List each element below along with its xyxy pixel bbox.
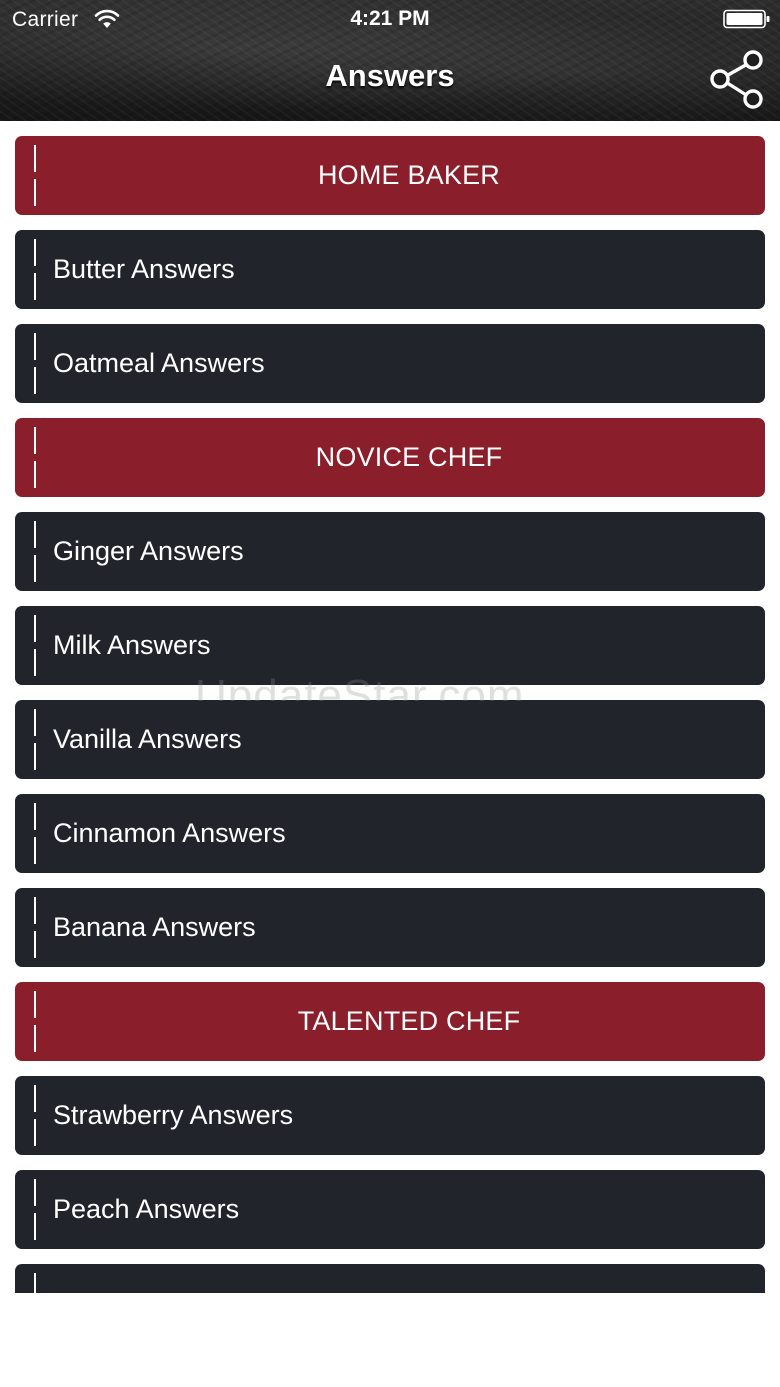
row-marker xyxy=(34,333,36,394)
row-marker xyxy=(34,1273,36,1293)
row-marker xyxy=(34,1179,36,1240)
row-marker xyxy=(34,709,36,770)
answers-list: HOME BAKER Butter Answers Oatmeal Answers N… xyxy=(15,136,765,1293)
section-label: HOME BAKER xyxy=(317,160,501,190)
item-label: Peach Answers xyxy=(53,1194,240,1224)
status-bar: Carrier 4:21 PM xyxy=(0,0,780,40)
row-marker xyxy=(34,615,36,676)
list-item[interactable]: Milk Answers xyxy=(15,606,765,685)
status-time: 4:21 PM xyxy=(350,7,430,30)
list-item[interactable]: Oatmeal Answers xyxy=(15,324,765,403)
list-item[interactable]: Peach Answers xyxy=(15,1170,765,1249)
row-marker xyxy=(34,1085,36,1146)
section-label: TALENTED CHEF xyxy=(297,1006,521,1036)
item-label: Vanilla Answers xyxy=(53,724,242,754)
navigation-header: Carrier 4:21 PM Answers xyxy=(0,0,780,121)
battery-icon xyxy=(723,9,771,29)
section-header[interactable]: HOME BAKER xyxy=(15,136,765,215)
share-button[interactable] xyxy=(708,48,768,112)
list-item[interactable]: Cinnamon Answers xyxy=(15,794,765,873)
item-label: Milk Answers xyxy=(53,630,211,660)
row-marker xyxy=(34,991,36,1052)
item-label: Strawberry Answers xyxy=(53,1100,294,1130)
list-item[interactable]: Strawberry Answers xyxy=(15,1076,765,1155)
section-header[interactable]: NOVICE CHEF xyxy=(15,418,765,497)
page-title: Answers xyxy=(325,58,455,93)
row-marker xyxy=(34,239,36,300)
row-marker xyxy=(34,897,36,958)
row-marker xyxy=(34,521,36,582)
item-label: Cinnamon Answers xyxy=(53,818,286,848)
list-item[interactable]: Banana Answers xyxy=(15,888,765,967)
row-marker xyxy=(34,145,36,206)
row-marker xyxy=(34,803,36,864)
item-label: Banana Answers xyxy=(53,912,256,942)
item-label: Ginger Answers xyxy=(53,536,244,566)
share-icon xyxy=(710,50,763,109)
list-item[interactable] xyxy=(15,1264,765,1293)
list-item[interactable]: Vanilla Answers xyxy=(15,700,765,779)
item-label: Butter Answers xyxy=(53,254,235,284)
item-label: Oatmeal Answers xyxy=(53,348,265,378)
list-item[interactable]: Ginger Answers xyxy=(15,512,765,591)
row-marker xyxy=(34,427,36,488)
section-label: NOVICE CHEF xyxy=(315,442,503,472)
section-header[interactable]: TALENTED CHEF xyxy=(15,982,765,1061)
list-item[interactable]: Butter Answers xyxy=(15,230,765,309)
